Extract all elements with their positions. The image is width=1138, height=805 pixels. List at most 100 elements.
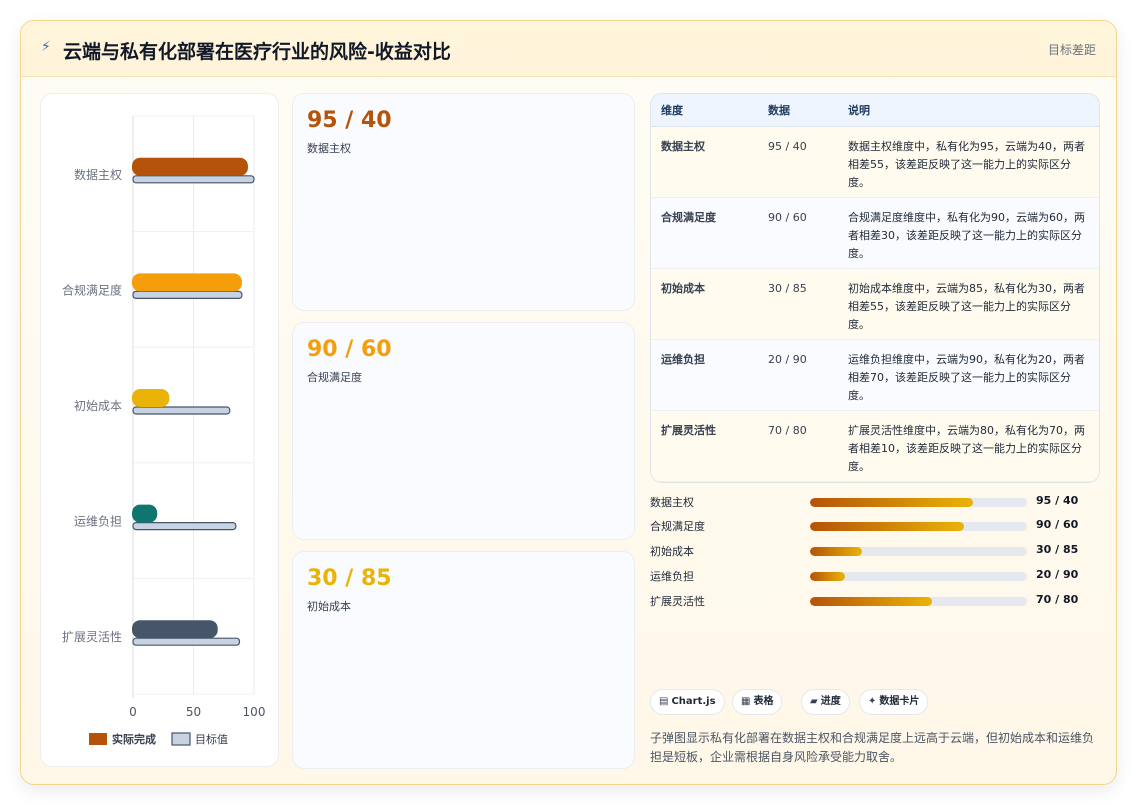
cell-data: 70 / 80 xyxy=(758,410,838,482)
target-bar xyxy=(132,637,241,646)
x-tick-label: 0 xyxy=(129,705,137,719)
target-bar xyxy=(132,522,237,531)
progress-value: 20 / 90 xyxy=(1036,568,1079,581)
column-header: 数据 xyxy=(758,94,838,127)
cell-data: 20 / 90 xyxy=(758,339,838,411)
page-title: 云端与私有化部署在医疗行业的风险-收益对比 xyxy=(63,41,451,63)
table-icon: ▦ xyxy=(741,696,751,707)
progress-track xyxy=(810,597,1027,606)
cell-dimension: 初始成本 xyxy=(651,268,758,340)
kpi-card-initial-cost: 30 / 85 初始成本 xyxy=(292,551,635,769)
progress-row: 扩展灵活性 70 / 80 xyxy=(650,592,1100,612)
column-header: 说明 xyxy=(838,94,1099,127)
progress-track xyxy=(810,547,1027,556)
progress-label: 运维负担 xyxy=(650,570,694,583)
cell-data: 90 / 60 xyxy=(758,197,838,269)
cell-dimension: 合规满足度 xyxy=(651,197,758,269)
category-label: 运维负担 xyxy=(74,515,122,529)
actual-bar xyxy=(132,389,170,407)
table-row: 数据主权 95 / 40 数据主权维度中，私有化为95，云端为40，两者相差55… xyxy=(651,126,1099,198)
cell-description: 合规满足度维度中，私有化为90，云端为60，两者相差30，该差距反映了这一能力上… xyxy=(838,197,1099,269)
cell-description: 运维负担维度中，云端为90，私有化为20，两者相差70，该差距反映了这一能力上的… xyxy=(838,339,1099,411)
tag-label: 数据卡片 xyxy=(879,696,920,707)
table-row: 初始成本 30 / 85 初始成本维度中，云端为85，私有化为30，两者相差55… xyxy=(651,268,1099,340)
target-bar xyxy=(132,406,231,415)
cell-description: 扩展灵活性维度中，云端为80，私有化为70，两者相差10，该差距反映了这一能力上… xyxy=(838,410,1099,482)
table-row: 运维负担 20 / 90 运维负担维度中，云端为90，私有化为20，两者相差70… xyxy=(651,339,1099,411)
kpi-label: 初始成本 xyxy=(307,600,351,613)
cell-dimension: 运维负担 xyxy=(651,339,758,411)
comparison-table-panel: 维度 数据 说明 数据主权 95 / 40 数据主权维度中，私有化为95，云端为… xyxy=(650,93,1100,483)
chart-icon: ▤ xyxy=(659,696,669,707)
progress-label: 扩展灵活性 xyxy=(650,595,705,608)
legend-swatch-actual xyxy=(89,733,107,745)
kpi-card-data-sovereignty: 95 / 40 数据主权 xyxy=(292,93,635,311)
kpi-value: 30 / 85 xyxy=(307,566,392,591)
legend-label-target: 目标值 xyxy=(195,732,228,746)
cell-dimension: 数据主权 xyxy=(651,126,758,198)
progress-fill xyxy=(810,547,863,556)
progress-track xyxy=(810,572,1027,581)
kpi-label: 数据主权 xyxy=(307,142,351,155)
spark-icon: ⚡ xyxy=(41,39,51,55)
tag-table[interactable]: ▦ 表格 xyxy=(732,689,783,715)
tag-chartjs[interactable]: ▤ Chart.js xyxy=(650,689,725,715)
sparkle-icon: ✦ xyxy=(868,696,877,707)
category-label: 初始成本 xyxy=(74,399,122,413)
cell-description: 初始成本维度中，云端为85，私有化为30，两者相差55，该差距反映了这一能力上的… xyxy=(838,268,1099,340)
table-header-row: 维度 数据 说明 xyxy=(651,94,1099,127)
progress-label: 数据主权 xyxy=(650,496,694,509)
actual-bar xyxy=(132,504,158,523)
category-label: 合规满足度 xyxy=(62,282,122,297)
tag-label: Chart.js xyxy=(671,696,716,707)
target-bar xyxy=(132,290,243,299)
cell-data: 95 / 40 xyxy=(758,126,838,198)
bullet-chart: 数据主权合规满足度初始成本运维负担扩展灵活性 0 50 100 实际完成 目标值 xyxy=(62,115,266,746)
kpi-label: 合规满足度 xyxy=(307,371,362,384)
progress-row: 数据主权 95 / 40 xyxy=(650,493,1100,513)
tag-data-card[interactable]: ✦ 数据卡片 xyxy=(859,689,929,715)
progress-label: 合规满足度 xyxy=(650,520,705,533)
tag-label: 进度 xyxy=(820,696,841,707)
progress-value: 95 / 40 xyxy=(1036,494,1079,507)
legend-swatch-target xyxy=(171,732,191,746)
dashboard-card: ⚡ 云端与私有化部署在医疗行业的风险-收益对比 目标差距 数据主权 合规满足度 初始… xyxy=(20,20,1117,785)
progress-icon: ▰ xyxy=(810,696,818,707)
target-bar xyxy=(132,175,255,184)
progress-fill xyxy=(810,597,932,606)
legend-label-actual: 实际完成 xyxy=(112,732,156,746)
summary-text: 子弹图显示私有化部署在数据主权和合规满足度上远高于云端，但初始成本和运维负担是短… xyxy=(650,731,1095,764)
progress-fill xyxy=(810,572,845,581)
bullet-chart-panel: 数据主权合规满足度初始成本运维负担扩展灵活性 0 50 100 实际完成 目标值 xyxy=(40,93,279,767)
cell-data: 30 / 85 xyxy=(758,268,838,340)
category-label: 扩展灵活性 xyxy=(62,630,122,644)
column-header: 维度 xyxy=(651,94,758,127)
tag-progress[interactable]: ▰ 进度 xyxy=(801,689,850,715)
actual-bar xyxy=(132,273,242,292)
table-row: 合规满足度 90 / 60 合规满足度维度中，私有化为90，云端为60，两者相差… xyxy=(651,197,1099,269)
card-header: ⚡ 云端与私有化部署在医疗行业的风险-收益对比 目标差距 xyxy=(21,21,1116,77)
progress-value: 30 / 85 xyxy=(1036,543,1079,556)
kpi-value: 95 / 40 xyxy=(307,108,392,133)
progress-fill xyxy=(810,522,965,531)
comparison-table: 维度 数据 说明 数据主权 95 / 40 数据主权维度中，私有化为95，云端为… xyxy=(651,94,1099,482)
x-tick-label: 100 xyxy=(243,705,266,719)
cell-dimension: 扩展灵活性 xyxy=(651,410,758,482)
header-badge: 目标差距 xyxy=(1047,43,1096,57)
tag-label: 表格 xyxy=(753,696,774,707)
category-label: 数据主权 xyxy=(74,167,122,182)
actual-bar xyxy=(132,620,218,639)
progress-row: 运维负担 20 / 90 xyxy=(650,567,1100,587)
progress-label: 初始成本 xyxy=(650,545,694,558)
progress-value: 90 / 60 xyxy=(1036,518,1079,531)
progress-row: 合规满足度 90 / 60 xyxy=(650,517,1100,537)
cell-description: 数据主权维度中，私有化为95，云端为40，两者相差55，该差距反映了这一能力上的… xyxy=(838,126,1099,198)
kpi-card-compliance: 90 / 60 合规满足度 xyxy=(292,322,635,540)
kpi-value: 90 / 60 xyxy=(307,337,392,362)
table-row: 扩展灵活性 70 / 80 扩展灵活性维度中，云端为80，私有化为70，两者相差… xyxy=(651,410,1099,482)
actual-bar xyxy=(132,157,248,176)
progress-track xyxy=(810,522,1027,531)
progress-fill xyxy=(810,498,973,507)
progress-row: 初始成本 30 / 85 xyxy=(650,542,1100,562)
x-tick-label: 50 xyxy=(186,705,201,719)
